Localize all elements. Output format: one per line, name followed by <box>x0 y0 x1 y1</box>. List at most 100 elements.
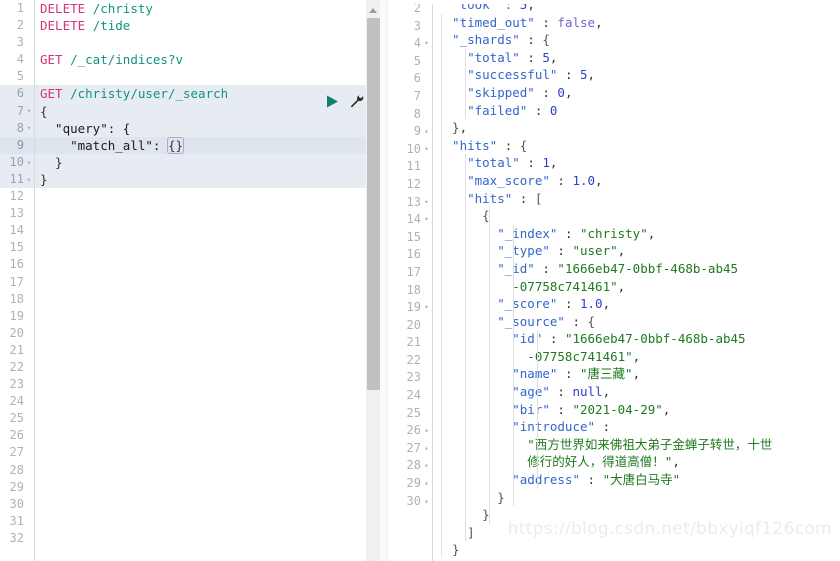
fold-expand-icon[interactable]: ▴ <box>422 123 431 141</box>
request-code-line[interactable] <box>35 188 366 205</box>
request-code-line[interactable] <box>35 256 366 273</box>
response-line-number: 14 ▾ <box>388 211 432 229</box>
response-code-line[interactable]: "max_score" : 1.0, <box>433 171 840 190</box>
request-line-number: 12 <box>9 189 24 204</box>
fold-expand-icon[interactable]: ▴ <box>422 440 431 458</box>
response-code-line[interactable]: "timed_out" : false, <box>433 13 840 32</box>
request-line-number: 27 <box>9 445 24 460</box>
json-token: : <box>557 225 580 241</box>
response-code-line[interactable]: "_type" : "user", <box>433 242 840 260</box>
response-code-line[interactable]: "age" : null, <box>433 383 840 401</box>
request-code-line[interactable] <box>35 342 366 359</box>
response-code-line[interactable]: "successful" : 5, <box>433 66 840 84</box>
response-code-line[interactable]: "address" : "大唐白马寺" <box>433 471 840 489</box>
json-token: -07758c741461" <box>437 348 633 364</box>
response-code-line[interactable]: -07758c741461", <box>433 347 840 366</box>
fold-expand-icon[interactable]: ▴ <box>422 475 431 493</box>
request-code-line[interactable] <box>35 308 366 325</box>
response-code-line[interactable]: "skipped" : 0, <box>433 83 840 102</box>
request-code-line[interactable] <box>35 291 366 308</box>
request-code-line[interactable]: } <box>35 153 366 171</box>
response-code-line[interactable]: "西方世界如来佛祖大弟子金蝉子转世，十世 <box>433 435 840 454</box>
response-line-number: 29 ▴ <box>388 475 432 493</box>
fold-collapse-icon[interactable]: ▾ <box>422 141 431 159</box>
fold-expand-icon[interactable]: ▴ <box>25 154 33 171</box>
request-code-line[interactable] <box>35 496 366 513</box>
response-code-line[interactable]: "total" : 1, <box>433 154 840 172</box>
json-token: : <box>542 331 565 347</box>
request-code-line[interactable] <box>35 359 366 376</box>
json-token: : <box>534 14 558 30</box>
json-token: ] <box>437 524 475 540</box>
request-code-line[interactable]: "match_all": {} <box>35 136 366 154</box>
response-code-line[interactable]: -07758c741461", <box>433 277 840 296</box>
wrench-icon[interactable] <box>350 93 364 112</box>
fold-collapse-icon[interactable]: ▾ <box>422 194 431 212</box>
request-code-line[interactable] <box>35 68 366 85</box>
response-code-line[interactable]: "_source" : { <box>433 312 840 331</box>
fold-collapse-icon[interactable]: ▾ <box>422 211 431 229</box>
request-code-line[interactable]: "query": { <box>35 119 366 137</box>
request-action-buttons[interactable] <box>326 93 364 112</box>
request-code-line[interactable]: } <box>35 170 366 189</box>
request-code-line[interactable]: GET /christy/user/_search <box>35 85 366 103</box>
response-code-line[interactable]: "introduce" : <box>433 418 840 436</box>
response-code-line[interactable]: "hits" : { <box>433 136 840 155</box>
request-line-number: 5 <box>16 69 24 84</box>
response-code-line[interactable]: { <box>433 207 840 225</box>
request-code-line[interactable] <box>35 376 366 393</box>
request-code-line[interactable] <box>35 222 366 239</box>
response-code-area[interactable]: "took" : 5, "timed_out" : false, "_shard… <box>433 0 840 557</box>
request-code-line[interactable] <box>35 274 366 291</box>
request-code-line[interactable] <box>35 239 366 256</box>
request-code-line[interactable]: { <box>35 102 366 120</box>
request-line-number: 8 ▾ <box>0 119 34 137</box>
json-token: -07758c741461" <box>437 278 618 294</box>
scrollbar-thumb[interactable] <box>367 18 380 390</box>
request-code-line[interactable] <box>35 530 366 547</box>
response-code-line[interactable]: } <box>433 541 840 557</box>
fold-expand-icon[interactable]: ▴ <box>422 422 431 440</box>
run-request-play-icon[interactable] <box>326 93 339 112</box>
response-code-line[interactable]: 修行的好人，得道高僧！", <box>433 453 840 472</box>
response-code-line[interactable]: "failed" : 0 <box>433 101 840 120</box>
request-code-line[interactable] <box>35 427 366 444</box>
request-code-line[interactable] <box>35 34 366 51</box>
request-code-line[interactable] <box>35 513 366 530</box>
response-code-line[interactable]: "_id" : "1666eb47-0bbf-468b-ab45 <box>433 259 840 278</box>
request-editor-scrollbar[interactable] <box>366 0 380 561</box>
request-editor-pane[interactable]: 1 2 3 4 5 6 7 ▾ 8 ▾ 9 10 ▴ 11 ▴ 12 13 14 15 16 17 18 19 20 21 22 2… <box>0 0 366 561</box>
request-code-line[interactable]: DELETE /christy <box>35 0 366 17</box>
fold-collapse-icon[interactable]: ▾ <box>422 299 431 317</box>
response-line-number: 23 <box>406 370 421 385</box>
response-code-line[interactable]: "total" : 5, <box>433 48 840 67</box>
request-code-line[interactable] <box>35 462 366 479</box>
fold-expand-icon[interactable]: ▴ <box>25 171 33 188</box>
response-code-line[interactable]: "_index" : "christy", <box>433 224 840 243</box>
response-code-line[interactable]: } <box>433 488 840 507</box>
response-code-line[interactable]: "id" : "1666eb47-0bbf-468b-ab45 <box>433 330 840 348</box>
response-code-line[interactable]: }, <box>433 119 840 137</box>
request-code-line[interactable] <box>35 205 366 222</box>
response-code-line[interactable]: "_score" : 1.0, <box>433 295 840 313</box>
response-code-line[interactable]: "_shards" : { <box>433 31 840 49</box>
fold-collapse-icon[interactable]: ▾ <box>25 103 33 120</box>
response-viewer-pane[interactable]: 2 3 4 ▾ 5 6 7 8 9 ▴ 10 ▾ 11 12 13 ▾ 14 ▾ 15 16 17 18 19 ▾ 20 21 22… <box>388 0 840 561</box>
request-code-line[interactable]: GET /_cat/indices?v <box>35 51 366 68</box>
response-code-line[interactable]: "hits" : [ <box>433 189 840 208</box>
request-code-line[interactable] <box>35 325 366 342</box>
response-code-line[interactable]: "bir" : "2021-04-29", <box>433 400 840 419</box>
request-code-line[interactable]: DELETE /tide <box>35 17 366 34</box>
request-code-area[interactable]: DELETE /christy DELETE /tide GET /_cat/in… <box>35 0 366 561</box>
request-code-line[interactable] <box>35 393 366 410</box>
fold-collapse-icon[interactable]: ▾ <box>422 35 431 53</box>
response-code-line[interactable]: "name" : "唐三藏", <box>433 365 840 384</box>
scroll-up-arrow-icon[interactable] <box>366 2 380 16</box>
request-code-line[interactable] <box>35 479 366 496</box>
request-code-line[interactable] <box>35 444 366 461</box>
fold-expand-icon[interactable]: ▴ <box>422 457 431 475</box>
fold-collapse-icon[interactable]: ▾ <box>25 120 33 137</box>
fold-expand-icon[interactable]: ▴ <box>422 493 431 511</box>
request-code-line[interactable] <box>35 410 366 427</box>
request-line-number: 7 ▾ <box>0 102 34 120</box>
